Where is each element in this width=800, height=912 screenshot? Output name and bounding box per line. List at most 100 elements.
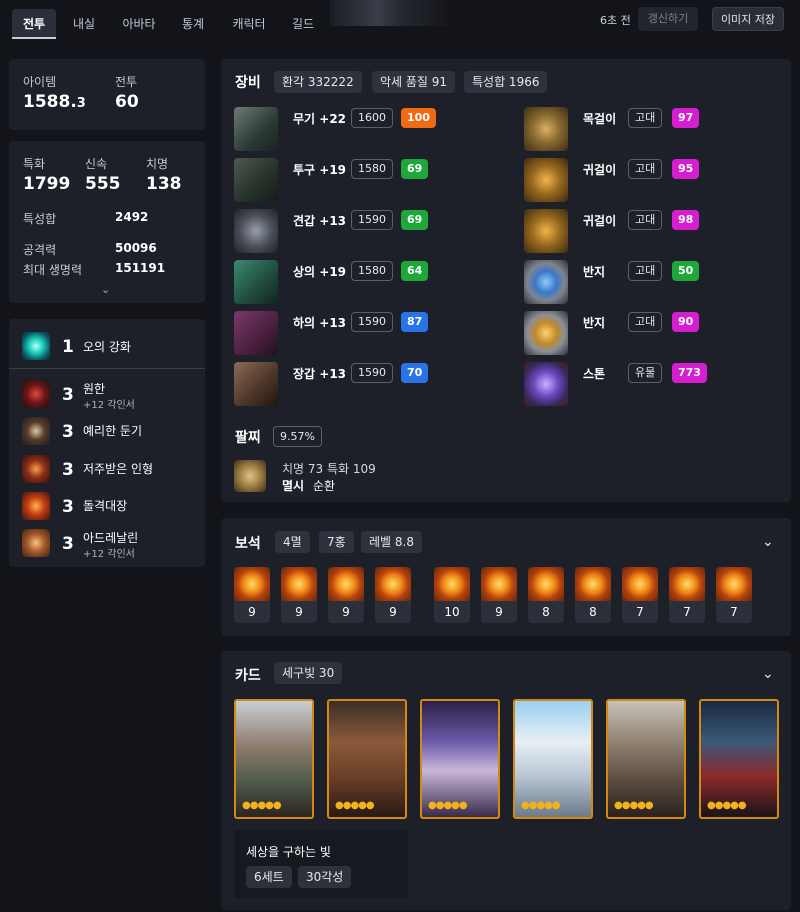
engraving-name: 저주받은 인형 — [83, 462, 154, 476]
awaken-stars-icon: ●●●●● — [521, 800, 561, 811]
card-portrait[interactable]: ●●●●● — [513, 699, 593, 819]
gem-item[interactable]: 9 — [328, 567, 364, 623]
engraving-book: +12 각인서 — [83, 549, 135, 560]
stat-total-chip: 특성합 1966 — [464, 71, 548, 93]
gem-item[interactable]: 8 — [575, 567, 611, 623]
equip-name: 목걸이 — [583, 112, 617, 126]
tab-character[interactable]: 캐릭터 — [223, 9, 275, 39]
gem-item[interactable]: 8 — [528, 567, 564, 623]
helmet-icon[interactable] — [234, 158, 278, 202]
quality-badge: 90 — [672, 312, 700, 332]
card-portrait[interactable]: ●●●●● — [420, 699, 500, 819]
gem-item[interactable]: 7 — [716, 567, 752, 623]
gem-item[interactable]: 9 — [234, 567, 270, 623]
stat-specialization-value: 1799 — [23, 174, 71, 194]
equip-name: 반지 — [583, 316, 606, 330]
quality-badge: 95 — [672, 159, 700, 179]
engraving-name: 돌격대장 — [83, 499, 128, 513]
stats-panel: 특화 1799 신속 555 치명 138 특성합 2492 공격력 50096… — [9, 141, 205, 303]
gem-item[interactable]: 9 — [281, 567, 317, 623]
quality-badge: 70 — [401, 363, 429, 383]
attack-power-label: 공격력 — [23, 243, 57, 257]
equip-name: 하의 +13 — [293, 316, 347, 330]
cards-expand-chevron-icon[interactable]: ⌄ — [762, 666, 774, 682]
gem-icon — [281, 567, 317, 601]
quality-badge: 69 — [401, 159, 429, 179]
gem-icon — [716, 567, 752, 601]
combat-level-value: 60 — [115, 92, 139, 112]
gem-icon — [528, 567, 564, 601]
equip-item-level: 1590 — [351, 363, 393, 383]
equip-grade: 고대 — [628, 312, 663, 332]
item-level-label: 아이템 — [23, 75, 57, 89]
stat-swiftness-value: 555 — [85, 174, 121, 194]
gem-item[interactable]: 7 — [669, 567, 705, 623]
engraving-row[interactable]: 3 저주받은 인형 — [22, 455, 202, 485]
updated-time: 6초 전 — [600, 14, 631, 27]
ring-icon[interactable] — [524, 260, 568, 304]
gloves-icon[interactable] — [234, 362, 278, 406]
bracelet-icon[interactable] — [234, 460, 266, 492]
gem-item[interactable]: 10 — [434, 567, 470, 623]
equip-name: 귀걸이 — [583, 214, 617, 228]
awaken-stars-icon: ●●●●● — [428, 800, 468, 811]
equip-name: 귀걸이 — [583, 163, 617, 177]
tab-guild[interactable]: 길드 — [283, 9, 323, 39]
gem-icon — [234, 567, 270, 601]
tab-inner[interactable]: 내실 — [64, 9, 104, 39]
gem-level-chip: 레벨 8.8 — [361, 531, 422, 553]
tab-avatar[interactable]: 아바타 — [114, 9, 164, 39]
accessory-quality-chip: 악세 품질 91 — [372, 71, 456, 93]
equip-item-level: 1580 — [351, 159, 393, 179]
annihilation-gem-chip: 4멸 — [275, 531, 310, 553]
gem-item[interactable]: 9 — [481, 567, 517, 623]
gem-item[interactable]: 9 — [375, 567, 411, 623]
tab-stats[interactable]: 통계 — [172, 9, 214, 39]
stat-crit-value: 138 — [146, 174, 182, 194]
equip-grade: 고대 — [628, 261, 663, 281]
quality-badge: 64 — [401, 261, 429, 281]
chest-icon[interactable] — [234, 260, 278, 304]
gems-title: 보석 — [235, 536, 261, 552]
character-portrait — [330, 0, 450, 26]
card-portrait[interactable]: ●●●●● — [234, 699, 314, 819]
stat-total-value: 2492 — [115, 210, 149, 224]
divider — [9, 368, 205, 369]
gem-icon — [481, 567, 517, 601]
engraving-row[interactable]: 3 돌격대장 — [22, 492, 202, 522]
raid-captain-icon — [22, 492, 50, 520]
save-image-button[interactable]: 이미지 저장 — [712, 7, 784, 31]
engraving-row[interactable]: 3 원한 +12 각인서 — [22, 380, 202, 411]
quality-badge: 773 — [672, 363, 707, 383]
pants-icon[interactable] — [234, 311, 278, 355]
engraving-row[interactable]: 1 오의 강화 — [22, 332, 202, 362]
engraving-name: 오의 강화 — [83, 340, 131, 354]
engraving-name: 아드레날린 — [83, 531, 139, 545]
weapon-icon[interactable] — [234, 107, 278, 151]
equip-item-level: 1600 — [351, 108, 393, 128]
earring-icon[interactable] — [524, 209, 568, 253]
engraving-row[interactable]: 3 아드레날린 +12 각인서 — [22, 529, 202, 560]
card-portrait[interactable]: ●●●●● — [606, 699, 686, 819]
earring-icon[interactable] — [524, 158, 568, 202]
engraving-row[interactable]: 3 예리한 둔기 — [22, 417, 202, 447]
gem-icon — [669, 567, 705, 601]
gems-expand-chevron-icon[interactable]: ⌄ — [762, 534, 774, 550]
shoulder-icon[interactable] — [234, 209, 278, 253]
expand-chevron-icon[interactable]: ⌄ — [101, 283, 110, 296]
equip-name: 무기 +22 — [293, 112, 347, 126]
refresh-button[interactable]: 갱신하기 — [638, 7, 698, 31]
bracelet-title: 팔찌 — [235, 430, 261, 446]
summary-panel: 아이템 1588.3 전투 60 — [9, 59, 205, 130]
card-awaken-chip: 30각성 — [298, 866, 352, 888]
bracelet-percent-chip: 9.57% — [273, 426, 322, 447]
cards-title: 카드 — [235, 668, 261, 684]
ability-stone-icon[interactable] — [524, 362, 568, 406]
gem-level: 9 — [248, 605, 256, 619]
gem-item[interactable]: 7 — [622, 567, 658, 623]
tab-combat[interactable]: 전투 — [12, 9, 56, 39]
ring-icon[interactable] — [524, 311, 568, 355]
necklace-icon[interactable] — [524, 107, 568, 151]
card-portrait[interactable]: ●●●●● — [327, 699, 407, 819]
card-portrait[interactable]: ●●●●● — [699, 699, 779, 819]
